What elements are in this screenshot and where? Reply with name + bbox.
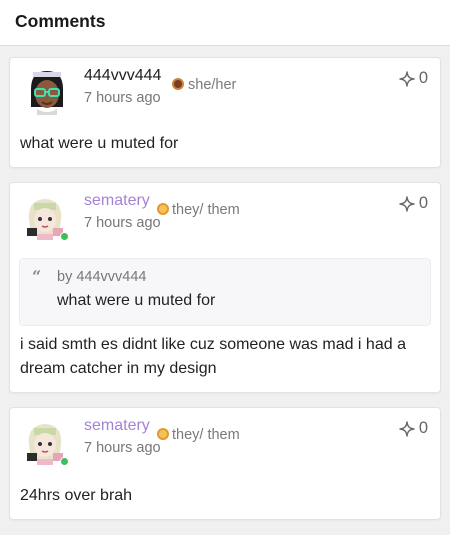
quote-icon: “ <box>32 267 42 286</box>
user-badge-icon <box>157 428 169 440</box>
online-status-icon <box>60 232 69 241</box>
user-badge-icon <box>157 203 169 215</box>
like-count: 0 <box>418 419 428 437</box>
quote-text: what were u muted for <box>57 292 216 309</box>
username[interactable]: sematery <box>84 192 150 210</box>
like-button[interactable]: 0 <box>399 419 428 438</box>
online-status-icon <box>60 457 69 466</box>
comments-header: Comments <box>0 0 450 46</box>
user-badge-icon <box>172 78 184 90</box>
like-button[interactable]: 0 <box>399 69 428 88</box>
avatar[interactable] <box>23 67 71 115</box>
page-title: Comments <box>15 11 106 31</box>
pronouns: they/ them <box>172 202 240 218</box>
comment-card: 444vvv444 she/her 7 hours ago 0 what wer… <box>9 57 441 168</box>
comment-body: what were u muted for <box>20 135 179 152</box>
quote-author: by 444vvv444 <box>57 269 147 285</box>
like-button[interactable]: 0 <box>399 194 428 213</box>
pronouns: they/ them <box>172 427 240 443</box>
comment-body: 24hrs over brah <box>20 487 133 504</box>
comment-card: sematery they/ them 7 hours ago 0 24hrs … <box>9 407 441 520</box>
username[interactable]: sematery <box>84 417 150 435</box>
comment-card: sematery they/ them 7 hours ago 0 “ by 4… <box>9 182 441 393</box>
pronouns: she/her <box>188 77 237 93</box>
sparkle-icon <box>399 420 415 437</box>
like-count: 0 <box>418 194 428 212</box>
sparkle-icon <box>399 195 415 212</box>
like-count: 0 <box>418 69 428 87</box>
sparkle-icon <box>399 70 415 87</box>
comment-body: i said smth es didnt like cuz someone wa… <box>20 336 406 377</box>
username[interactable]: 444vvv444 <box>84 67 161 85</box>
quoted-reply[interactable]: “ by 444vvv444 what were u muted for <box>19 258 431 326</box>
timestamp: 7 hours ago <box>84 215 161 231</box>
timestamp: 7 hours ago <box>84 90 161 106</box>
timestamp: 7 hours ago <box>84 440 161 456</box>
